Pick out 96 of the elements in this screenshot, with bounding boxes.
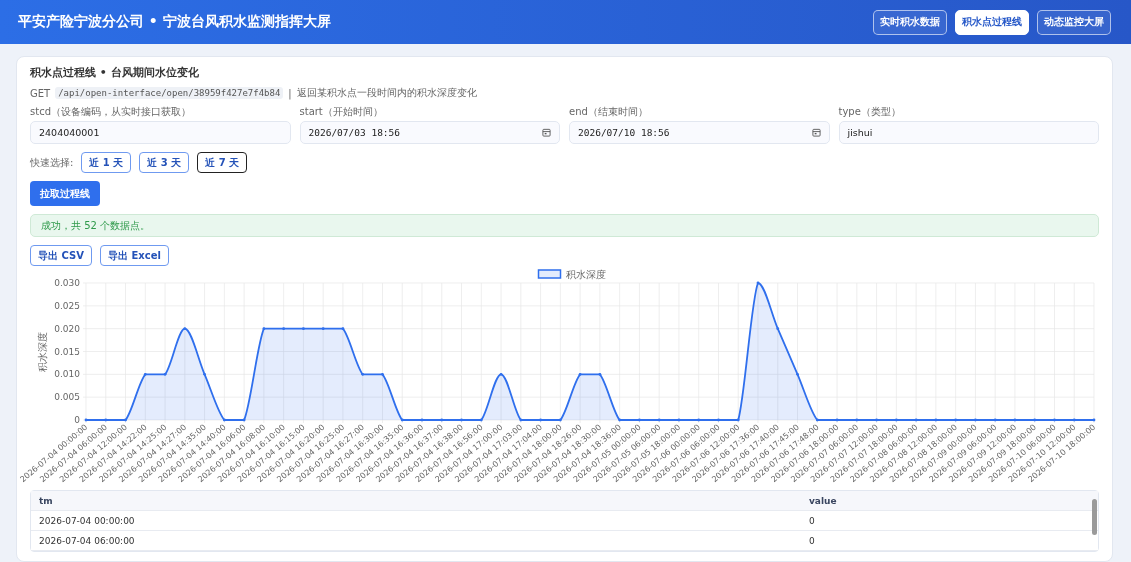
data-point	[1013, 418, 1017, 422]
data-point	[1053, 418, 1056, 422]
data-point	[934, 418, 938, 422]
data-point	[558, 418, 562, 422]
data-point	[638, 418, 641, 422]
y-tick-label: 0.030	[54, 278, 80, 288]
y-tick-label: 0.010	[54, 369, 80, 380]
data-point	[341, 327, 345, 331]
page-title: 平安产险宁波分公司 • 宁波台风积水监测指挥大屏	[18, 13, 331, 31]
quick-select-label: 快速选择:	[30, 155, 74, 170]
input-field[interactable]: jishui	[838, 121, 1099, 144]
export-button[interactable]: 导出 Excel	[99, 245, 169, 266]
data-point	[756, 281, 760, 285]
y-tick-label: 0	[74, 415, 80, 425]
data-point	[519, 418, 523, 422]
data-point	[302, 327, 305, 331]
input-field[interactable]: 2026/07/10 18:56	[569, 121, 830, 144]
data-point	[1033, 418, 1037, 422]
field-label: start（开始时间）	[299, 105, 384, 119]
data-point	[618, 418, 622, 422]
panel-title: 积水点过程线 • 台风期间水位变化	[30, 65, 200, 80]
data-point	[84, 418, 88, 422]
data-point	[914, 418, 918, 422]
data-point	[954, 418, 958, 422]
table-cell-text: 0	[808, 535, 816, 546]
nav-tab[interactable]: 动态监控大屏	[1037, 9, 1111, 35]
data-point	[400, 418, 404, 422]
data-point	[460, 418, 463, 422]
data-point	[242, 418, 246, 422]
input-field[interactable]: 2404040001	[30, 121, 291, 144]
y-tick-label: 0.020	[54, 323, 80, 334]
data-point	[657, 418, 661, 422]
data-point	[835, 418, 839, 422]
data-point	[993, 418, 997, 422]
y-tick-label: 0.015	[54, 346, 80, 357]
data-point	[796, 372, 799, 376]
data-point	[855, 418, 859, 422]
input-field[interactable]: 2026/07/03 18:56	[299, 121, 560, 144]
data-point	[776, 327, 780, 331]
data-point	[736, 418, 740, 422]
nav-tab[interactable]: 积水点过程线	[955, 9, 1029, 35]
data-point	[499, 372, 503, 376]
table-cell-text: 0	[808, 515, 816, 526]
column-header: value	[808, 495, 838, 506]
range-button[interactable]: 近 7 天	[197, 152, 248, 173]
calendar-icon[interactable]	[811, 128, 821, 137]
data-point	[104, 418, 108, 422]
data-point	[183, 327, 187, 331]
table-cell-text: 2026-07-04 00:00:00	[38, 515, 136, 526]
data-point	[163, 372, 167, 376]
data-point	[361, 372, 365, 376]
api-description: 返回某积水点一段时间内的积水深度变化	[296, 86, 477, 100]
data-point	[381, 372, 384, 376]
data-point	[321, 327, 325, 331]
y-tick-label: 0.025	[54, 300, 80, 311]
range-button[interactable]: 近 3 天	[139, 152, 190, 173]
data-point	[894, 418, 898, 422]
field-label: type（类型）	[838, 105, 902, 119]
data-point	[815, 418, 819, 422]
data-point	[479, 418, 483, 422]
data-point	[1072, 418, 1076, 422]
success-message: 成功，共 52 个数据点。	[30, 214, 1099, 237]
export-button[interactable]: 导出 CSV	[30, 245, 92, 266]
data-point	[677, 418, 681, 422]
y-tick-label: 0.005	[54, 392, 80, 403]
legend-label: 积水深度	[565, 269, 606, 280]
scrollbar[interactable]	[1092, 499, 1097, 535]
data-point	[143, 372, 147, 376]
data-point	[697, 418, 701, 422]
nav-tab[interactable]: 实时积水数据	[873, 9, 947, 35]
chart-legend[interactable]: 积水深度	[537, 269, 606, 280]
data-point	[222, 418, 226, 422]
table-cell-text: 2026-07-04 06:00:00	[38, 535, 136, 546]
data-point	[974, 418, 977, 422]
data-point	[262, 327, 266, 331]
data-point	[124, 418, 127, 422]
data-point	[440, 418, 444, 422]
data-point	[717, 418, 720, 422]
data-point	[420, 418, 424, 422]
y-axis-title: 积水深度	[37, 331, 48, 372]
api-path: /api/open-interface/open/38959f427e7f4b84	[55, 87, 284, 99]
data-point	[875, 418, 878, 422]
data-point	[1092, 418, 1096, 422]
data-point	[282, 327, 286, 331]
data-point	[539, 418, 542, 422]
data-point	[598, 372, 602, 376]
calendar-icon[interactable]	[542, 128, 551, 137]
field-label: end（结束时间）	[569, 105, 649, 119]
field-label: stcd（设备编码，从实时接口获取）	[30, 105, 192, 119]
data-point	[203, 372, 206, 376]
range-button[interactable]: 近 1 天	[81, 152, 132, 173]
separator: |	[288, 87, 292, 99]
http-method: GET	[30, 87, 51, 99]
data-point	[578, 372, 582, 376]
fetch-button[interactable]: 拉取过程线	[30, 181, 100, 206]
column-header: tm	[38, 495, 54, 506]
